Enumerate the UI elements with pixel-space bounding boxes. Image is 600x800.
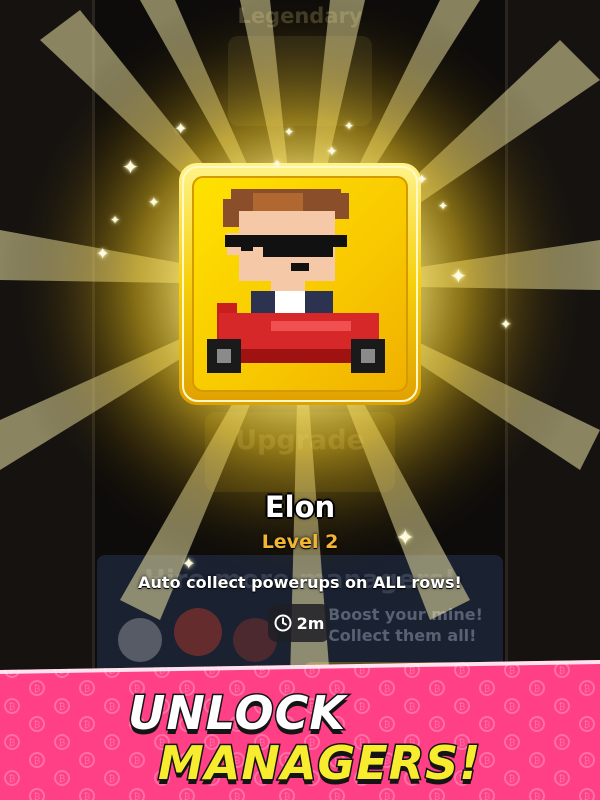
- boost-line-2: Collect them all!: [328, 626, 477, 645]
- sparkle-icon: ✦: [148, 195, 160, 211]
- sparkle-icon: ✦: [182, 554, 196, 573]
- upgrade-button[interactable]: Upgrade: [205, 425, 395, 456]
- sparkle-icon: ✦: [272, 157, 283, 171]
- sparkle-icon: ✦: [122, 155, 139, 179]
- manager-ability-description: Auto collect powerups on ALL rows!: [138, 573, 462, 592]
- boost-line-1: Boost your mine!: [328, 605, 483, 624]
- sparkle-icon: ✦: [344, 119, 355, 133]
- sparkle-icon: ✦: [326, 144, 338, 160]
- duration-badge: 2m: [268, 604, 330, 642]
- sparkle-icon: ✦: [284, 125, 295, 139]
- manager-name: Elon: [264, 490, 336, 524]
- sparkle-icon: ✦: [500, 317, 512, 333]
- sparkle-icon: ✦: [438, 199, 449, 213]
- sparkle-icon: ✦: [174, 119, 188, 138]
- sparkle-icon: ✦: [416, 172, 428, 188]
- sparkle-icon: ✦: [110, 213, 121, 227]
- rarity-title: Legendary: [237, 4, 363, 28]
- boost-caption: Boost your mine! Collect them all!: [328, 604, 483, 646]
- promo-headline-unlock: UNLOCK: [126, 685, 347, 742]
- promo-headline-managers: MANAGERS!: [156, 735, 482, 792]
- manager-card[interactable]: [179, 163, 421, 405]
- sparkle-icon: ✦: [450, 264, 467, 288]
- duration-value: 2m: [296, 613, 325, 633]
- manager-level: Level 2: [261, 531, 339, 553]
- sparkle-icon: ✦: [96, 244, 110, 263]
- clock-icon: [274, 614, 292, 632]
